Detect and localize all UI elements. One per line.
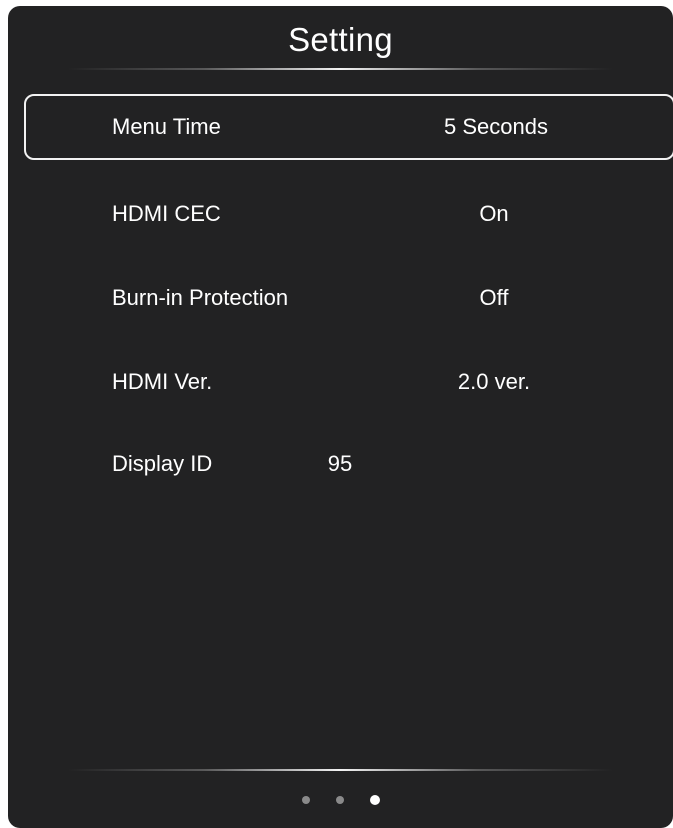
menu-item-display-id[interactable]: Display ID 95 <box>24 431 673 497</box>
page-dot-2[interactable] <box>335 796 344 804</box>
page-title: Setting <box>288 21 393 58</box>
footer-divider <box>68 769 613 771</box>
menu-item-value: 2.0 ver. <box>457 369 531 394</box>
menu-item-value: 95 <box>327 451 353 476</box>
menu-item-label: HDMI CEC <box>112 201 221 226</box>
menu-item-label: HDMI Ver. <box>112 369 213 394</box>
menu-item-burn-in-protection[interactable]: Burn-in Protection Off <box>24 265 673 331</box>
page-indicator <box>8 793 673 807</box>
menu-item-label: Menu Time <box>112 114 221 139</box>
menu-item-value: Off <box>479 285 509 310</box>
menu-item-hdmi-cec[interactable]: HDMI CEC On <box>24 181 673 247</box>
settings-panel: Setting Menu Time 5 Seconds HDMI CEC On … <box>8 6 673 828</box>
page-dot-3-active[interactable] <box>369 795 380 805</box>
menu-item-value: On <box>479 201 509 226</box>
menu-item-hdmi-ver[interactable]: HDMI Ver. 2.0 ver. <box>24 349 673 415</box>
menu-item-label: Burn-in Protection <box>112 285 289 310</box>
title-divider <box>68 68 613 70</box>
menu-item-value: 5 Seconds <box>444 114 548 139</box>
menu-item-label: Display ID <box>112 451 213 476</box>
page-dot-1[interactable] <box>301 796 310 804</box>
menu-item-menu-time[interactable]: Menu Time 5 Seconds <box>24 94 673 160</box>
